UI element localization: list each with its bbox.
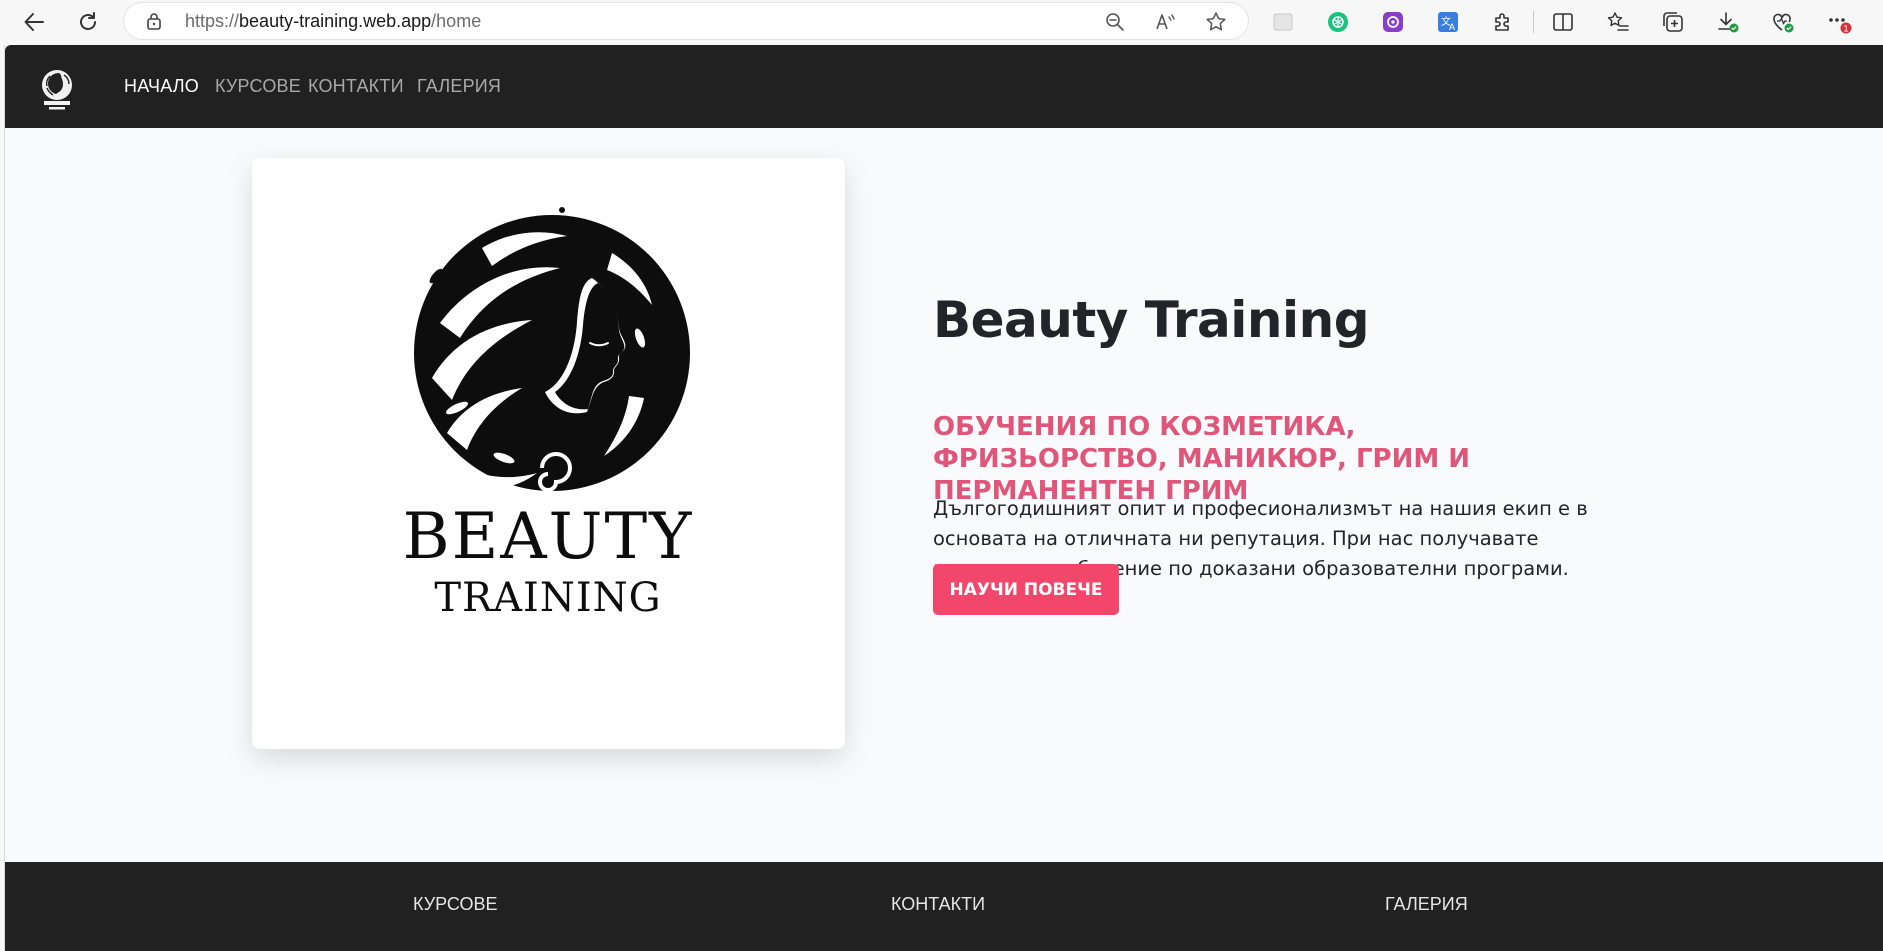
zoom-icon[interactable] — [1103, 10, 1127, 34]
url-host: beauty-training.web.app — [239, 11, 432, 31]
logo-card: BEAUTY TRAINING — [252, 158, 845, 749]
more-menu-icon[interactable]: 1 — [1826, 9, 1852, 35]
nav-link-courses[interactable]: КУРСОВЕ — [215, 76, 301, 97]
extensions-puzzle-icon[interactable] — [1490, 9, 1516, 35]
split-screen-icon[interactable] — [1550, 9, 1576, 35]
site-navbar: НАЧАЛО КУРСОВЕ КОНТАКТИ ГАЛЕРИЯ — [5, 45, 1883, 128]
hero-subtitle: ОБУЧЕНИЯ ПО КОЗМЕТИКА, ФРИЗЬОРСТВО, МАНИ… — [933, 412, 1471, 506]
collections-icon[interactable] — [1660, 9, 1686, 35]
navbar-logo[interactable] — [37, 68, 77, 112]
footer-link-contacts[interactable]: КОНТАКТИ — [891, 894, 985, 915]
lock-icon[interactable] — [146, 12, 162, 35]
reload-icon[interactable] — [72, 6, 104, 38]
toolbar-divider — [1533, 11, 1534, 33]
beauty-training-logo: BEAUTY TRAINING — [403, 207, 694, 621]
woman-silhouette-icon — [414, 207, 690, 492]
purple-extension-icon[interactable] — [1380, 9, 1406, 35]
url-path: /home — [431, 11, 482, 31]
extension-placeholder-icon[interactable] — [1270, 9, 1296, 35]
url-scheme: https:// — [185, 11, 240, 31]
back-icon[interactable] — [18, 6, 50, 38]
site-footer: КУРСОВЕ КОНТАКТИ ГАЛЕРИЯ — [5, 862, 1883, 951]
learn-more-button[interactable]: НАУЧИ ПОВЕЧЕ — [933, 564, 1119, 615]
address-bar[interactable]: https://beauty-training.web.app/home — [124, 3, 1248, 39]
favorite-star-icon[interactable] — [1204, 10, 1228, 34]
url-text[interactable]: https://beauty-training.web.app/home — [185, 11, 481, 32]
translate-icon[interactable]: 文A — [1435, 9, 1461, 35]
read-aloud-icon[interactable] — [1154, 10, 1178, 34]
nav-link-gallery[interactable]: ГАЛЕРИЯ — [417, 76, 501, 97]
downloads-icon[interactable] — [1715, 9, 1741, 35]
web-page: НАЧАЛО КУРСОВЕ КОНТАКТИ ГАЛЕРИЯ BEAUTY T… — [4, 45, 1883, 951]
nav-link-contacts[interactable]: КОНТАКТИ — [308, 76, 404, 97]
browser-essentials-icon[interactable] — [1770, 9, 1796, 35]
nav-link-home[interactable]: НАЧАЛО — [124, 76, 199, 97]
chatgpt-extension-icon[interactable] — [1325, 9, 1351, 35]
svg-text:A: A — [1449, 22, 1455, 32]
logo-text-training: TRAINING — [434, 575, 661, 621]
logo-text-beauty: BEAUTY — [403, 500, 694, 574]
browser-toolbar: https://beauty-training.web.app/home 文A — [0, 0, 1883, 44]
footer-link-gallery[interactable]: ГАЛЕРИЯ — [1385, 894, 1468, 915]
footer-link-courses[interactable]: КУРСОВЕ — [413, 894, 498, 915]
notification-badge-count: 1 — [1843, 24, 1848, 34]
hero-title: Beauty Training — [933, 291, 1370, 349]
favorites-list-icon[interactable] — [1605, 9, 1631, 35]
